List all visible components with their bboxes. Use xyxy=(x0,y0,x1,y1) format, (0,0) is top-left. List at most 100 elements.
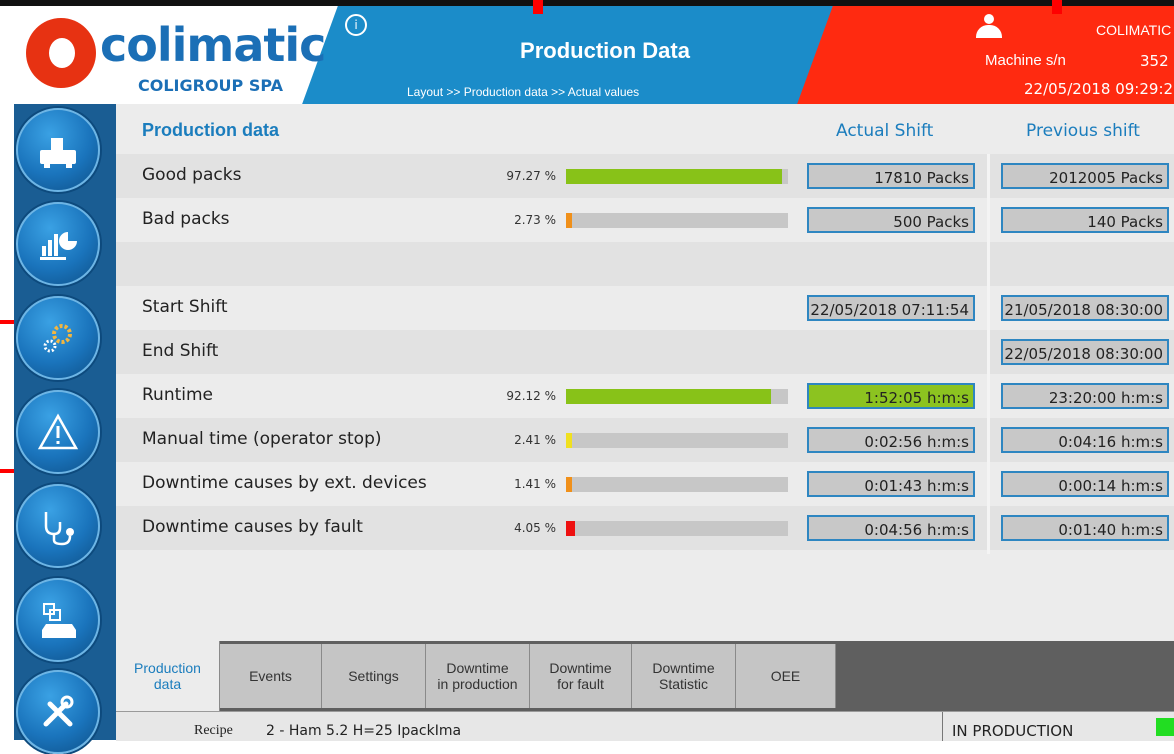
header: colimatic COLIGROUP SPA i Production Dat… xyxy=(0,0,1174,104)
tab-downtime-fault[interactable]: Downtime for fault xyxy=(530,644,632,708)
machine-sn-value: 352 xyxy=(1140,52,1169,70)
row-label: Manual time (operator stop) xyxy=(142,429,382,449)
settings-gears-icon xyxy=(43,324,72,353)
user-icon[interactable] xyxy=(975,14,1002,38)
row-progress-bar xyxy=(566,433,788,448)
actual-shift-value: 500 Packs xyxy=(807,207,975,233)
section-title: Production data xyxy=(142,120,280,140)
machine-icon xyxy=(40,138,76,168)
previous-shift-value: 21/05/2018 08:30:00 xyxy=(1001,295,1169,321)
logo-text: colimatic xyxy=(100,18,326,72)
sidebar xyxy=(14,104,116,754)
row-percent: 4.05 % xyxy=(514,521,556,535)
statistics-icon xyxy=(40,232,77,260)
previous-shift-value: 2012005 Packs xyxy=(1001,163,1169,189)
row-label: Runtime xyxy=(142,385,214,405)
nav-alarms-button[interactable] xyxy=(16,390,100,474)
user-icon-head xyxy=(984,14,994,24)
status-led-icon xyxy=(1156,718,1174,736)
previous-shift-value: 23:20:00 h:m:s xyxy=(1001,383,1169,409)
datetime: 22/05/2018 09:29:2 xyxy=(1024,80,1174,98)
machine-sn-label: Machine s/n xyxy=(985,52,1066,69)
previous-shift-value: 22/05/2018 08:30:00 xyxy=(1001,339,1169,365)
tab-events[interactable]: Events xyxy=(220,644,322,708)
company-name: COLIMATIC xyxy=(1096,22,1172,38)
row-progress-bar xyxy=(566,389,788,404)
recipe-label: Recipe xyxy=(194,723,233,738)
actual-shift-value: 0:01:43 h:m:s xyxy=(807,471,975,497)
column-header-previous: Previous shift xyxy=(1026,121,1140,141)
page-title: Production Data xyxy=(520,38,690,63)
nav-settings-button[interactable] xyxy=(16,296,100,380)
row-progress-bar xyxy=(566,477,788,492)
tab-oee[interactable]: OEE xyxy=(736,644,836,708)
tab-settings[interactable]: Settings xyxy=(322,644,426,708)
row-percent: 2.41 % xyxy=(514,433,556,447)
column-divider xyxy=(987,154,990,554)
previous-shift-value: 0:04:16 h:m:s xyxy=(1001,427,1169,453)
nav-machine-button[interactable] xyxy=(16,108,100,192)
row-label: Downtime causes by ext. devices xyxy=(142,473,427,493)
tab-production-data[interactable]: Production data xyxy=(116,641,220,711)
table-row: Downtime causes by fault 4.05 % 0:04:56 … xyxy=(116,506,1174,550)
row-progress-fill xyxy=(566,389,771,404)
actual-shift-value: 0:04:56 h:m:s xyxy=(807,515,975,541)
tab-downtime-statistic[interactable]: Downtime Statistic xyxy=(632,644,736,708)
table-row: Runtime 92.12 % 1:52:05 h:m:s 23:20:00 h… xyxy=(116,374,1174,418)
column-header-actual: Actual Shift xyxy=(836,121,934,141)
table-row: End Shift 22/05/2018 08:30:00 xyxy=(116,330,1174,374)
header-top-border xyxy=(0,0,1174,6)
nav-maintenance-button[interactable] xyxy=(16,670,100,754)
row-progress-fill xyxy=(566,477,573,492)
window-marker xyxy=(0,469,14,473)
alarm-warning-icon xyxy=(37,413,79,450)
nav-statistics-button[interactable] xyxy=(16,202,100,286)
row-label: Downtime causes by fault xyxy=(142,517,363,537)
diagnostics-stethoscope-icon xyxy=(44,512,74,546)
row-progress-fill xyxy=(566,433,573,448)
row-label: Start Shift xyxy=(142,297,228,317)
recipe-value: 2 - Ham 5.2 H=25 IpackIma xyxy=(266,723,462,739)
row-percent: 97.27 % xyxy=(506,169,556,183)
nav-recipes-button[interactable] xyxy=(16,578,100,662)
tab-downtime-production[interactable]: Downtime in production xyxy=(426,644,530,708)
previous-shift-value: 140 Packs xyxy=(1001,207,1169,233)
table-row-spacer xyxy=(116,242,1174,286)
row-percent: 92.12 % xyxy=(506,389,556,403)
actual-shift-value: 1:52:05 h:m:s xyxy=(807,383,975,409)
nav-diagnostics-button[interactable] xyxy=(16,484,100,568)
table-row: Good packs 97.27 % 17810 Packs 2012005 P… xyxy=(116,154,1174,198)
row-progress-bar xyxy=(566,169,788,184)
previous-shift-value: 0:00:14 h:m:s xyxy=(1001,471,1169,497)
table-row: Downtime causes by ext. devices 1.41 % 0… xyxy=(116,462,1174,506)
user-icon-body xyxy=(976,25,1002,38)
row-progress-fill xyxy=(566,213,573,228)
recipes-archive-icon xyxy=(42,603,76,638)
logo-subtext: COLIGROUP SPA xyxy=(138,76,283,95)
row-label: Good packs xyxy=(142,165,242,185)
window-marker xyxy=(533,0,543,14)
row-label: End Shift xyxy=(142,341,219,361)
info-icon[interactable]: i xyxy=(345,14,367,36)
actual-shift-value: 22/05/2018 07:11:54 xyxy=(807,295,975,321)
status-divider xyxy=(942,712,943,741)
table-row: Start Shift 22/05/2018 07:11:54 21/05/20… xyxy=(116,286,1174,330)
row-percent: 2.73 % xyxy=(514,213,556,227)
machine-state: IN PRODUCTION xyxy=(952,722,1074,740)
table-row: Manual time (operator stop) 2.41 % 0:02:… xyxy=(116,418,1174,462)
row-percent: 1.41 % xyxy=(514,477,556,491)
actual-shift-value: 0:02:56 h:m:s xyxy=(807,427,975,453)
previous-shift-value: 0:01:40 h:m:s xyxy=(1001,515,1169,541)
row-progress-bar xyxy=(566,213,788,228)
row-label: Bad packs xyxy=(142,209,230,229)
logo-icon-inner xyxy=(49,38,75,68)
breadcrumb: Layout >> Production data >> Actual valu… xyxy=(407,85,640,99)
row-progress-fill xyxy=(566,169,782,184)
actual-shift-value: 17810 Packs xyxy=(807,163,975,189)
row-progress-bar xyxy=(566,521,788,536)
row-progress-fill xyxy=(566,521,575,536)
status-bar: Recipe 2 - Ham 5.2 H=25 IpackIma IN PROD… xyxy=(116,711,1174,741)
maintenance-tools-icon xyxy=(43,695,74,727)
table-row: Bad packs 2.73 % 500 Packs 140 Packs xyxy=(116,198,1174,242)
window-marker xyxy=(1052,0,1062,14)
